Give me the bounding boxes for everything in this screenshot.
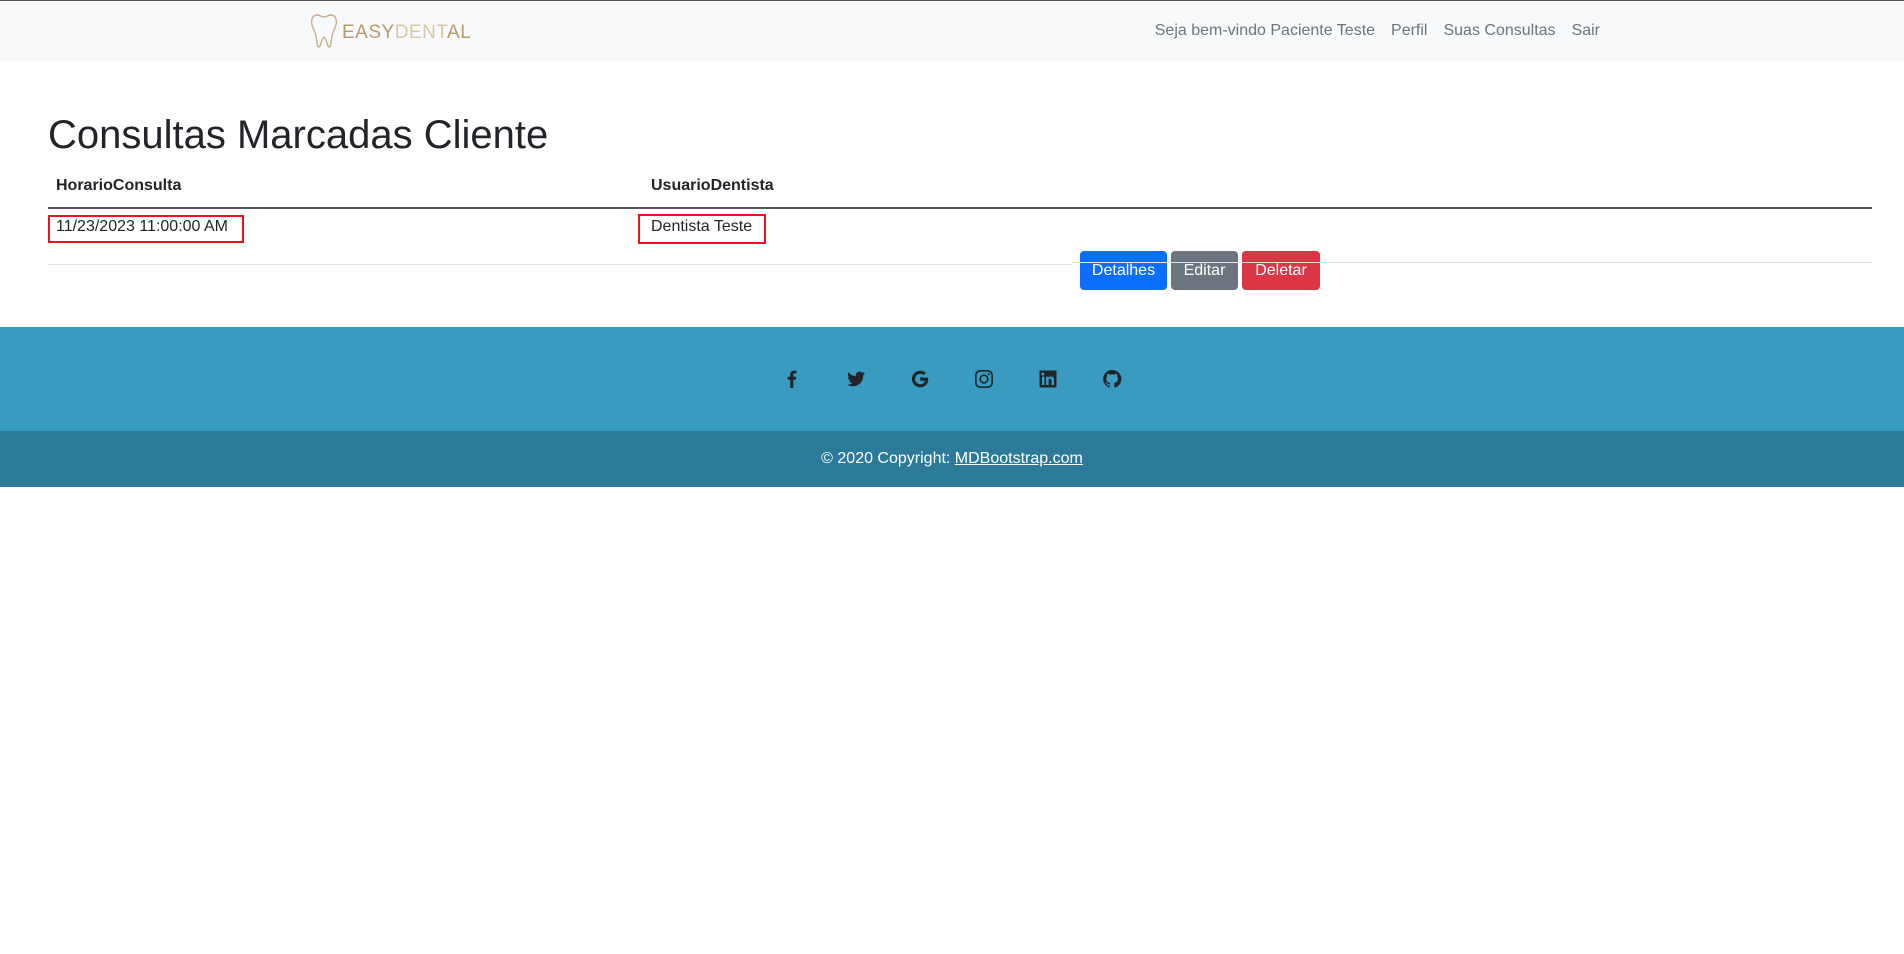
- google-icon[interactable]: [910, 369, 930, 389]
- copyright-text: © 2020 Copyright:: [821, 450, 955, 467]
- brand-name: EASYDENTAL: [342, 22, 472, 43]
- nav-link-sair[interactable]: Sair: [1572, 22, 1600, 40]
- twitter-icon[interactable]: [846, 369, 866, 389]
- nav-links: Seja bem-vindo Paciente Teste Perfil Sua…: [1155, 22, 1600, 40]
- column-header-dentista: UsuarioDentista: [651, 177, 774, 194]
- page-title: Consultas Marcadas Cliente: [48, 113, 549, 157]
- column-header-horario: HorarioConsulta: [56, 177, 182, 194]
- github-icon[interactable]: [1102, 369, 1122, 389]
- copyright-bar: © 2020 Copyright: MDBootstrap.com: [0, 431, 1904, 487]
- social-icons: [0, 369, 1904, 389]
- cell-dentista: Dentista Teste: [651, 218, 753, 235]
- row-divider: [48, 264, 1072, 265]
- copyright-link[interactable]: MDBootstrap.com: [955, 450, 1083, 467]
- cell-horario: 11/23/2023 11:00:00 AM: [56, 218, 228, 235]
- details-button[interactable]: Detalhes: [1080, 251, 1167, 290]
- footer-social-section: [0, 327, 1904, 431]
- edit-button[interactable]: Editar: [1171, 251, 1238, 290]
- facebook-icon[interactable]: [782, 369, 802, 389]
- linkedin-icon[interactable]: [1038, 369, 1058, 389]
- instagram-icon[interactable]: [974, 369, 994, 389]
- table-row: 11/23/2023 11:00:00 AM Dentista Teste: [48, 208, 1872, 263]
- table-header: HorarioConsulta UsuarioDentista: [48, 172, 1872, 209]
- row-divider: [1072, 262, 1872, 263]
- navbar: EASYDENTAL Seja bem-vindo Paciente Teste…: [0, 1, 1904, 61]
- welcome-text: Seja bem-vindo Paciente Teste: [1154, 22, 1376, 39]
- tooth-icon: [310, 12, 338, 55]
- brand-logo[interactable]: EASYDENTAL: [310, 13, 471, 53]
- nav-link-perfil[interactable]: Perfil: [1391, 22, 1427, 40]
- nav-link-suas-consultas[interactable]: Suas Consultas: [1443, 22, 1555, 40]
- delete-button[interactable]: Deletar: [1242, 251, 1320, 290]
